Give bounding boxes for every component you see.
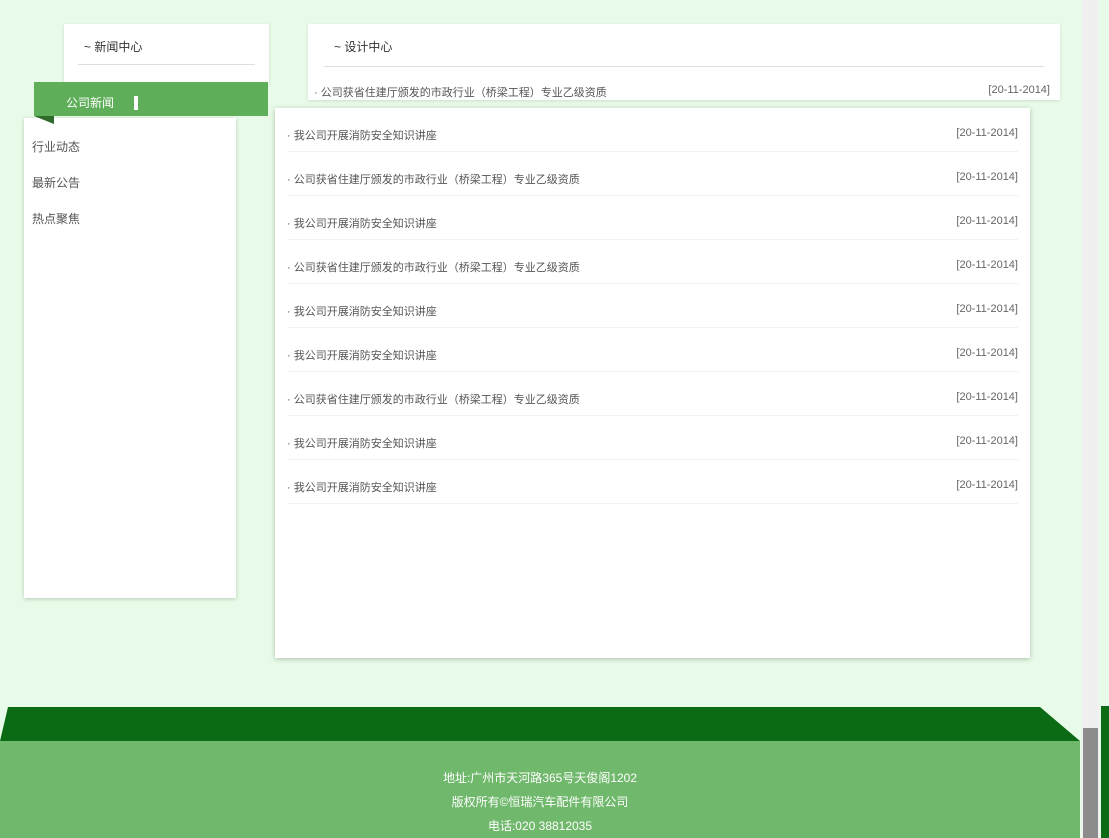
list-item[interactable]: · 我公司开展消防安全知识讲座 [20-11-2014] <box>287 416 1018 460</box>
design-center-panel: ~ 设计中心 · 公司获省住建厅颁发的市政行业（桥梁工程）专业乙级资质 [20-… <box>308 24 1060 100</box>
news-title-link[interactable]: · 我公司开展消防安全知识讲座 <box>287 435 437 451</box>
news-date: [20-11-2014] <box>956 435 1018 447</box>
list-item[interactable]: · 我公司开展消防安全知识讲座 [20-11-2014] <box>287 284 1018 328</box>
news-date: [20-11-2014] <box>988 84 1050 96</box>
footer-phone: 电话:020 38812035 <box>487 819 593 833</box>
list-item[interactable]: · 公司获省住建厅颁发的市政行业（桥梁工程）专业乙级资质 [20-11-2014… <box>287 372 1018 416</box>
news-title-link[interactable]: · 公司获省住建厅颁发的市政行业（桥梁工程）专业乙级资质 <box>287 391 580 407</box>
list-item[interactable]: · 我公司开展消防安全知识讲座 [20-11-2014] <box>287 328 1018 372</box>
news-date: [20-11-2014] <box>956 391 1018 403</box>
divider <box>324 66 1044 67</box>
divider <box>78 64 255 65</box>
cursor-icon <box>134 96 148 110</box>
news-title-link[interactable]: · 我公司开展消防安全知识讲座 <box>287 215 437 231</box>
footer-band <box>0 707 1080 741</box>
list-item[interactable]: · 我公司开展消防安全知识讲座 [20-11-2014] <box>287 196 1018 240</box>
news-date: [20-11-2014] <box>956 127 1018 139</box>
sidebar-item-company-news[interactable]: 公司新闻 <box>34 82 268 116</box>
scrollbar-thumb[interactable] <box>1083 728 1098 838</box>
footer-address: 地址:广州市天河路365号天俊阁1202 <box>442 771 638 785</box>
news-title-link[interactable]: · 公司获省住建厅颁发的市政行业（桥梁工程）专业乙级资质 <box>287 259 580 275</box>
tab-fold-decoration <box>34 116 54 124</box>
panel-title: ~ 设计中心 <box>334 40 393 54</box>
news-date: [20-11-2014] <box>956 303 1018 315</box>
news-title-link[interactable]: · 我公司开展消防安全知识讲座 <box>287 347 437 363</box>
news-date: [20-11-2014] <box>956 215 1018 227</box>
sidebar-item-hot-focus[interactable]: 热点聚焦 <box>32 210 80 227</box>
footer: 地址:广州市天河路365号天俊阁1202 版权所有©恒瑞汽车配件有限公司 电话:… <box>0 741 1080 838</box>
list-item[interactable]: · 我公司开展消防安全知识讲座 [20-11-2014] <box>287 460 1018 504</box>
news-title-link[interactable]: · 我公司开展消防安全知识讲座 <box>287 303 437 319</box>
news-title-link[interactable]: · 公司获省住建厅颁发的市政行业（桥梁工程）专业乙级资质 <box>314 84 607 100</box>
sidebar-item-label: 公司新闻 <box>66 96 115 110</box>
sidebar-title: ~ 新闻中心 <box>84 40 143 54</box>
news-title-link[interactable]: · 我公司开展消防安全知识讲座 <box>287 479 437 495</box>
footer-copyright: 版权所有©恒瑞汽车配件有限公司 <box>451 795 629 809</box>
list-item[interactable]: · 公司获省住建厅颁发的市政行业（桥梁工程）专业乙级资质 [20-11-2014… <box>287 152 1018 196</box>
sidebar-header: ~ 新闻中心 <box>64 24 269 84</box>
news-date: [20-11-2014] <box>956 347 1018 359</box>
news-date: [20-11-2014] <box>956 259 1018 271</box>
sidebar-item-industry-news[interactable]: 行业动态 <box>32 138 80 155</box>
news-list-panel: · 我公司开展消防安全知识讲座 [20-11-2014] · 公司获省住建厅颁发… <box>275 108 1030 658</box>
list-item[interactable]: · 我公司开展消防安全知识讲座 [20-11-2014] <box>287 108 1018 152</box>
list-item[interactable]: · 公司获省住建厅颁发的市政行业（桥梁工程）专业乙级资质 [20-11-2014… <box>287 240 1018 284</box>
news-title-link[interactable]: · 公司获省住建厅颁发的市政行业（桥梁工程）专业乙级资质 <box>287 171 580 187</box>
news-title-link[interactable]: · 我公司开展消防安全知识讲座 <box>287 127 437 143</box>
sidebar-menu: 行业动态 最新公告 热点聚焦 <box>24 118 236 598</box>
scrollbar-track[interactable] <box>1082 0 1099 838</box>
news-date: [20-11-2014] <box>956 479 1018 491</box>
sidebar-item-latest-notice[interactable]: 最新公告 <box>32 174 80 191</box>
footer-edge <box>1101 706 1109 838</box>
news-date: [20-11-2014] <box>956 171 1018 183</box>
